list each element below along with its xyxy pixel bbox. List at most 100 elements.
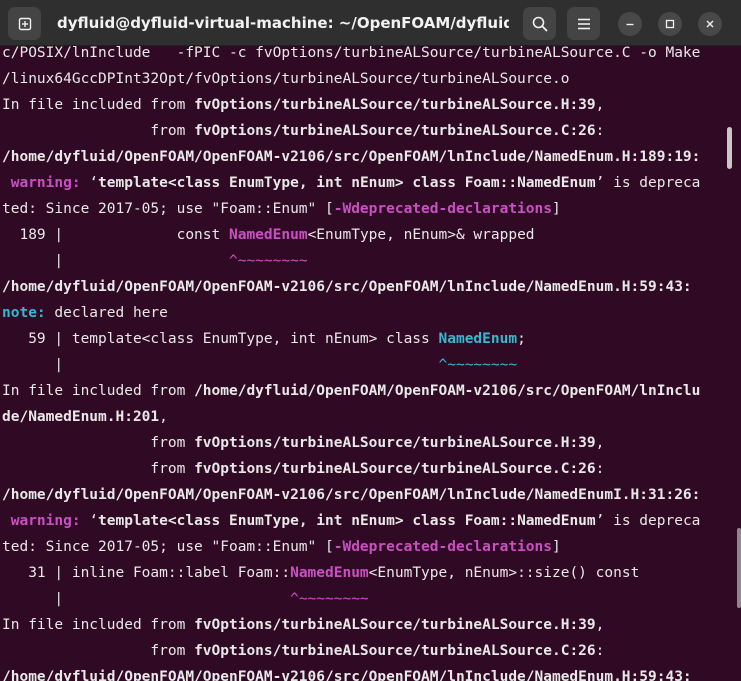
terminal-text-segment: /home/dyfluid/OpenFOAM/OpenFOAM-v2106/sr… [2, 669, 692, 681]
terminal-text-segment: ] [551, 539, 561, 555]
menu-button[interactable] [567, 7, 600, 40]
terminal-line: warning: ‘template<class EnumType, int n… [2, 508, 701, 534]
search-button[interactable] [523, 7, 556, 40]
terminal-line: In file included from fvOptions/turbineA… [2, 92, 604, 118]
terminal-line: from fvOptions/turbineALSource/turbineAL… [2, 430, 604, 456]
terminal-text-segment: fvOptions/turbineALSource/turbineALSourc… [194, 617, 596, 633]
terminal-line: from fvOptions/turbineALSource/turbineAL… [2, 118, 604, 144]
terminal-line: de/NamedEnum.H:201, [2, 404, 168, 430]
terminal-text-segment: c/POSIX/lnInclude -fPIC -c fvOptions/tur… [2, 45, 701, 61]
terminal-text-segment: template<class EnumType, int nEnum> clas… [98, 513, 596, 529]
terminal-text-segment: fvOptions/turbineALSource/turbineALSourc… [194, 123, 596, 139]
terminal-text-segment: <EnumType, nEnum>::size() const [368, 565, 640, 581]
terminal-text-segment: , [595, 435, 605, 451]
maximize-icon [665, 19, 675, 29]
terminal-text-segment: In file included from [2, 383, 195, 399]
terminal-text-segment: from [2, 123, 195, 139]
terminal-line: /linux64GccDPInt32Opt/fvOptions/turbineA… [2, 66, 569, 92]
terminal-text-segment: 59 | template<class EnumType, int nEnum>… [2, 331, 439, 347]
terminal-line: ted: Since 2017-05; use "Foam::Enum" [-W… [2, 534, 561, 560]
terminal-text-segment: ’ is depreca [595, 513, 701, 529]
terminal-line: | ^~~~~~~~~ [2, 248, 308, 274]
terminal-text-segment: 189 | const [2, 227, 229, 243]
terminal-text-segment: <EnumType, nEnum>& wrapped [307, 227, 535, 243]
terminal-text-segment: from [2, 643, 195, 659]
terminal-text-segment: , [595, 617, 605, 633]
title-bar[interactable]: dyfluid@dyfluid-virtual-machine: ~/OpenF… [0, 0, 741, 46]
terminal-line: warning: ‘template<class EnumType, int n… [2, 170, 701, 196]
terminal-text-segment: de/NamedEnum.H:201 [2, 409, 160, 425]
terminal-window: c/POSIX/lnInclude -fPIC -c fvOptions/tur… [0, 0, 741, 681]
terminal-output[interactable]: c/POSIX/lnInclude -fPIC -c fvOptions/tur… [0, 40, 722, 681]
terminal-text-segment: warning: [2, 175, 90, 191]
terminal-line: from fvOptions/turbineALSource/turbineAL… [2, 638, 604, 664]
terminal-text-segment: ^~~~~~~~~ [290, 591, 369, 607]
close-button[interactable] [698, 12, 722, 36]
terminal-text-segment: -Wdeprecated-declarations [333, 201, 552, 217]
terminal-text-segment: ^~~~~~~~~ [228, 253, 308, 269]
terminal-text-segment: NamedEnum [290, 565, 369, 581]
terminal-line: 189 | const NamedEnum<EnumType, nEnum>& … [2, 222, 535, 248]
terminal-text-segment: -Wdeprecated-declarations [333, 539, 552, 555]
terminal-text-segment: , [595, 97, 605, 113]
terminal-text-segment: : [595, 643, 605, 659]
terminal-text-segment: | [2, 357, 439, 373]
terminal-text-segment: /home/dyfluid/OpenFOAM/OpenFOAM-v2106/sr… [2, 279, 692, 295]
close-icon [706, 20, 714, 28]
terminal-text-segment: ’ is depreca [595, 175, 701, 191]
terminal-text-segment: In file included from [2, 97, 195, 113]
terminal-line: /home/dyfluid/OpenFOAM/OpenFOAM-v2106/sr… [2, 144, 700, 170]
terminal-text-segment: NamedEnum [228, 227, 308, 243]
terminal-text-segment: declared here [54, 305, 168, 321]
terminal-line: | ^~~~~~~~~ [2, 586, 369, 612]
terminal-text-segment: fvOptions/turbineALSource/turbineALSourc… [194, 643, 596, 659]
terminal-text-segment: ] [551, 201, 561, 217]
minimize-button[interactable] [618, 12, 642, 36]
terminal-text-segment: fvOptions/turbineALSource/turbineALSourc… [194, 435, 596, 451]
terminal-text-segment: : [595, 461, 605, 477]
terminal-text-segment: : [595, 123, 605, 139]
new-tab-button[interactable] [8, 7, 41, 40]
terminal-text-segment: /linux64GccDPInt32Opt/fvOptions/turbineA… [2, 71, 570, 87]
terminal-text-segment: ^~~~~~~~~ [438, 357, 518, 373]
terminal-line: /home/dyfluid/OpenFOAM/OpenFOAM-v2106/sr… [2, 664, 692, 681]
terminal-line: 31 | inline Foam::label Foam::NamedEnum<… [2, 560, 639, 586]
terminal-text-segment: note: [2, 305, 55, 321]
scrollbar-thumb[interactable] [727, 127, 732, 169]
terminal-line: In file included from /home/dyfluid/Open… [2, 378, 700, 404]
maximize-button[interactable] [658, 12, 682, 36]
new-tab-icon [18, 17, 31, 30]
minimize-icon [626, 23, 634, 26]
terminal-text-segment: | [2, 591, 291, 607]
terminal-text-segment: from [2, 461, 195, 477]
search-icon [532, 16, 547, 31]
terminal-text-segment: ‘ [89, 513, 99, 529]
terminal-line: note: declared here [2, 300, 168, 326]
terminal-text-segment: warning: [2, 513, 90, 529]
terminal-line: In file included from fvOptions/turbineA… [2, 612, 604, 638]
terminal-text-segment: from [2, 435, 195, 451]
terminal-text-segment: fvOptions/turbineALSource/turbineALSourc… [194, 461, 596, 477]
hamburger-menu-icon [577, 18, 590, 29]
terminal-text-segment: ; [517, 331, 526, 347]
terminal-text-segment: 31 | inline Foam::label Foam:: [2, 565, 291, 581]
terminal-text-segment: ted: Since 2017-05; use "Foam::Enum" [ [2, 201, 334, 217]
scrollbar-thumb-overlay[interactable] [737, 528, 741, 608]
terminal-text-segment: ‘ [89, 175, 99, 191]
terminal-text-segment: /home/dyfluid/OpenFOAM/OpenFOAM-v2106/sr… [194, 383, 701, 399]
terminal-line: from fvOptions/turbineALSource/turbineAL… [2, 456, 604, 482]
terminal-text-segment: /home/dyfluid/OpenFOAM/OpenFOAM-v2106/sr… [2, 487, 701, 503]
terminal-line: 59 | template<class EnumType, int nEnum>… [2, 326, 526, 352]
window-title: dyfluid@dyfluid-virtual-machine: ~/OpenF… [57, 14, 509, 32]
terminal-text-segment: fvOptions/turbineALSource/turbineALSourc… [194, 97, 596, 113]
terminal-text-segment: , [159, 409, 168, 425]
terminal-line: /home/dyfluid/OpenFOAM/OpenFOAM-v2106/sr… [2, 482, 700, 508]
terminal-text-segment: ted: Since 2017-05; use "Foam::Enum" [ [2, 539, 334, 555]
terminal-text-segment: In file included from [2, 617, 195, 633]
terminal-text-segment: template<class EnumType, int nEnum> clas… [98, 175, 596, 191]
terminal-text-segment: NamedEnum [438, 331, 518, 347]
terminal-line: ted: Since 2017-05; use "Foam::Enum" [-W… [2, 196, 561, 222]
terminal-text-segment: /home/dyfluid/OpenFOAM/OpenFOAM-v2106/sr… [2, 149, 701, 165]
terminal-line: /home/dyfluid/OpenFOAM/OpenFOAM-v2106/sr… [2, 274, 692, 300]
terminal-text-segment: | [2, 253, 229, 269]
